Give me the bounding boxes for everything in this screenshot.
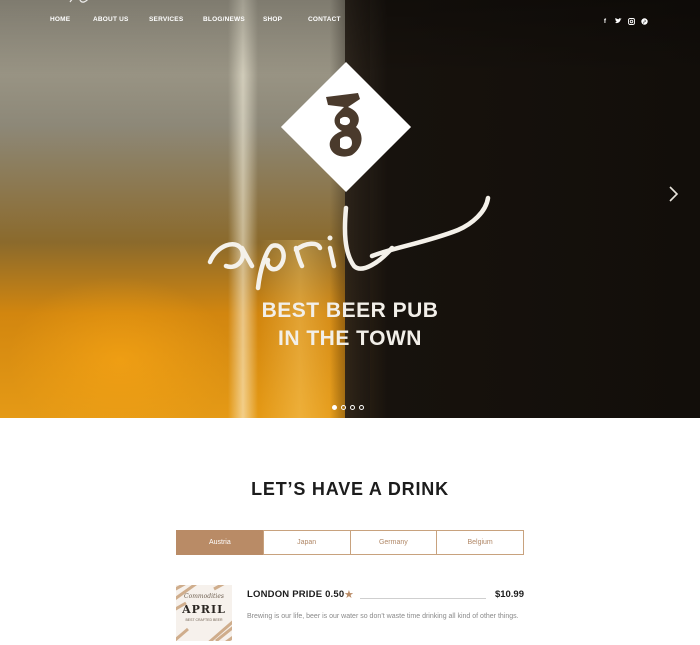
hero-script-wordmark	[207, 195, 491, 291]
tab-japan[interactable]: Japan	[262, 530, 351, 555]
product-description: Brewing is our life, beer is our water s…	[247, 613, 519, 620]
site-logo[interactable]	[68, 0, 108, 4]
tab-belgium[interactable]: Belgium	[436, 530, 524, 555]
price-leader-line	[360, 598, 486, 599]
hero-slider: HOME ABOUT US SERVICES BLOG/NEWS SHOP CO…	[0, 0, 700, 418]
country-tabs: Austria Japan Germany Belgium	[176, 530, 524, 555]
pinterest-icon[interactable]	[640, 17, 648, 25]
nav-contact[interactable]: CONTACT	[308, 16, 341, 23]
tab-germany[interactable]: Germany	[349, 530, 438, 555]
slider-pagination	[332, 405, 364, 410]
hero-tagline-line2: IN THE TOWN	[278, 327, 422, 350]
slider-next-arrow-icon[interactable]	[667, 185, 681, 203]
featured-star-icon: ★	[344, 589, 354, 601]
slider-dot[interactable]	[332, 405, 337, 410]
nav-services[interactable]: SERVICES	[149, 16, 183, 23]
nav-blog-news[interactable]: BLOG/NEWS	[203, 16, 245, 23]
brand-monogram-icon	[326, 93, 362, 157]
social-links: f	[601, 17, 648, 25]
nav-about-us[interactable]: ABOUT US	[93, 16, 129, 23]
product-price: $10.99	[494, 589, 524, 600]
tab-austria[interactable]: Austria	[176, 530, 264, 555]
instagram-icon[interactable]	[627, 17, 635, 25]
drinks-section-title: LET’S HAVE A DRINK	[251, 479, 449, 499]
product-name[interactable]: LONDON PRIDE 0.50	[247, 589, 344, 600]
nav-shop[interactable]: SHOP	[263, 16, 282, 23]
hero-tagline-line1: BEST BEER PUB	[261, 299, 439, 322]
nav-home[interactable]: HOME	[50, 16, 70, 23]
slider-dot[interactable]	[350, 405, 355, 410]
slider-dot[interactable]	[341, 405, 346, 410]
thumb-script-text: Commodities	[184, 593, 224, 600]
product-item: Commodities APRIL BEST CRAFTED BEER LOND…	[176, 585, 524, 645]
product-thumbnail[interactable]: Commodities APRIL BEST CRAFTED BEER	[176, 585, 232, 641]
thumb-subtitle: BEST CRAFTED BEER	[185, 618, 223, 622]
facebook-icon[interactable]: f	[601, 17, 609, 25]
twitter-icon[interactable]	[614, 17, 622, 25]
slider-dot[interactable]	[359, 405, 364, 410]
thumb-title: APRIL	[182, 603, 226, 616]
